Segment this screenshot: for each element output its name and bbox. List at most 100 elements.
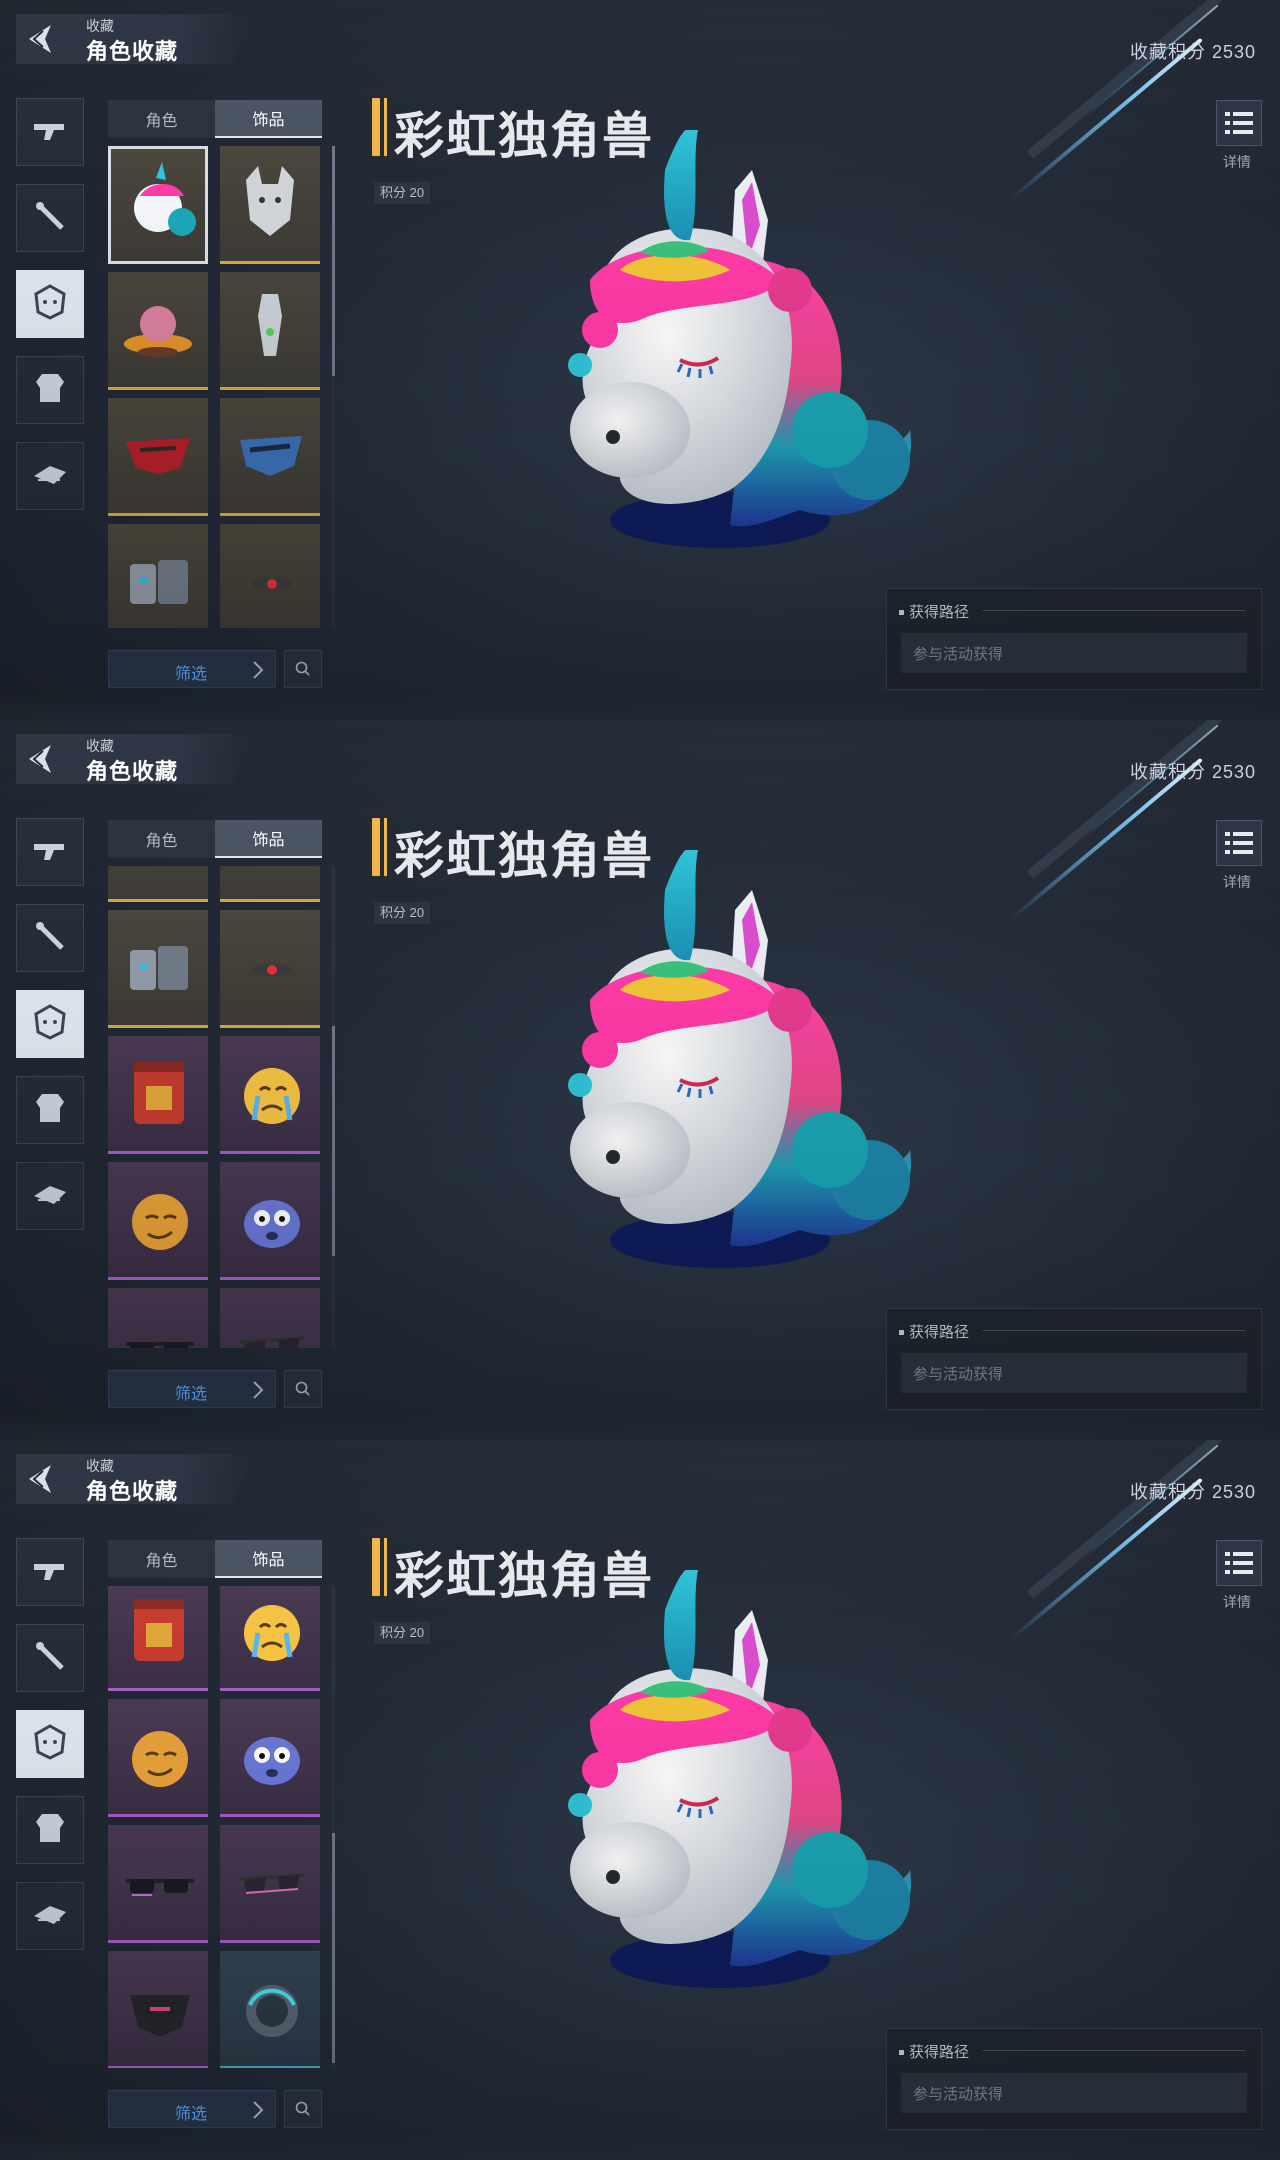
avatar-head-icon [30, 282, 70, 327]
item-cell[interactable] [108, 272, 208, 390]
item-cell[interactable] [220, 1036, 320, 1155]
item-cell[interactable] [220, 910, 320, 1029]
collection-points: 收藏积分 2530 [1129, 42, 1256, 62]
category-weapon-gun[interactable] [16, 818, 84, 886]
item-cell[interactable] [220, 1699, 320, 1818]
item-cell[interactable] [220, 272, 320, 390]
weapon-melee-icon [32, 1638, 68, 1679]
item-cell[interactable] [220, 1288, 320, 1348]
item-points: 积分 20 [374, 902, 431, 924]
item-cell[interactable] [220, 1825, 320, 1944]
red-backpack-icon [134, 1062, 184, 1125]
tab-accessories[interactable]: 饰品 [215, 820, 322, 858]
filter-label: 筛选 [175, 666, 208, 683]
unicorn-head-preview[interactable] [530, 1570, 920, 2000]
pink-glasses-icon [239, 1336, 305, 1348]
filter-button[interactable]: 筛选 [108, 650, 276, 688]
item-cell[interactable] [220, 1586, 320, 1692]
tab-accessories[interactable]: 饰品 [215, 1540, 322, 1578]
title-accent [384, 818, 387, 876]
chevron-right-icon [253, 661, 264, 679]
search-icon [295, 661, 310, 676]
red-visor-icon [126, 438, 190, 474]
item-cell[interactable] [108, 1036, 208, 1155]
item-cell[interactable] [108, 524, 208, 628]
weapon-gun-icon [30, 114, 70, 151]
smirk-emoji-icon [132, 1194, 188, 1251]
item-cell[interactable] [220, 524, 320, 628]
category-avatar-head[interactable] [16, 990, 84, 1058]
collection-screen: 收藏 角色收藏 收藏积分 2530 角色 饰品 筛选 彩虹独角兽 积分 20 详… [0, 1440, 1280, 2160]
category-armor[interactable] [16, 1796, 84, 1864]
back-button[interactable] [16, 734, 66, 784]
category-vehicle[interactable] [16, 1882, 84, 1950]
search-button[interactable] [284, 1370, 322, 1408]
item-cell[interactable] [108, 1699, 208, 1818]
filter-button[interactable]: 筛选 [108, 2090, 276, 2128]
crying-emoji-icon [244, 1605, 300, 1662]
collection-points: 收藏积分 2530 [1129, 762, 1256, 782]
tab-bar: 角色 饰品 [108, 100, 322, 138]
item-grid[interactable] [108, 866, 322, 1348]
item-cell[interactable] [108, 1162, 208, 1281]
details-button[interactable] [1216, 820, 1262, 866]
category-armor[interactable] [16, 1076, 84, 1144]
tab-character[interactable]: 角色 [108, 820, 215, 858]
scared-blob-icon [244, 1737, 300, 1786]
collection-screen: 收藏 角色收藏 收藏积分 2530 角色 饰品 筛选 彩虹独角兽 积分 20 详… [0, 0, 1280, 720]
title-accent [372, 818, 380, 876]
item-cell[interactable] [108, 1586, 208, 1692]
tab-character[interactable]: 角色 [108, 100, 215, 138]
item-cell[interactable] [220, 398, 320, 516]
acquire-title: 获得路径 [909, 2044, 970, 2061]
tab-character[interactable]: 角色 [108, 1540, 215, 1578]
grid-scrollbar[interactable] [332, 1586, 335, 2068]
category-weapon-gun[interactable] [16, 98, 84, 166]
unicorn-head-preview[interactable] [530, 850, 920, 1280]
search-button[interactable] [284, 650, 322, 688]
item-grid[interactable] [108, 146, 322, 628]
grid-scrollbar[interactable] [332, 146, 335, 628]
grid-scrollbar[interactable] [332, 866, 335, 1348]
search-button[interactable] [284, 2090, 322, 2128]
item-cell[interactable] [108, 398, 208, 516]
red-eye-device-icon [252, 578, 292, 590]
item-cell[interactable] [108, 146, 208, 264]
silver-figure-icon [258, 294, 282, 356]
category-weapon-melee[interactable] [16, 184, 84, 252]
item-cell[interactable] [108, 910, 208, 1029]
title-accent [384, 1538, 387, 1596]
item-cell[interactable] [220, 1162, 320, 1281]
details-button[interactable] [1216, 1540, 1262, 1586]
category-armor[interactable] [16, 356, 84, 424]
tab-accessories[interactable]: 饰品 [215, 100, 322, 138]
category-vehicle[interactable] [16, 1162, 84, 1230]
item-cell[interactable] [108, 1951, 208, 2068]
category-weapon-melee[interactable] [16, 904, 84, 972]
category-weapon-melee[interactable] [16, 1624, 84, 1692]
scroll-thumb[interactable] [332, 146, 335, 377]
item-cell[interactable] [108, 866, 208, 903]
details-button[interactable] [1216, 100, 1262, 146]
item-cell[interactable] [108, 1825, 208, 1944]
item-cell[interactable] [220, 1951, 320, 2068]
item-cell[interactable] [220, 866, 320, 903]
item-cell[interactable] [220, 146, 320, 264]
cyan-ring-icon [246, 1985, 298, 2038]
acquire-panel: 获得路径 参与活动获得 [886, 1308, 1262, 1410]
back-button[interactable] [16, 14, 66, 64]
filter-label: 筛选 [175, 2106, 208, 2123]
scroll-thumb[interactable] [332, 1025, 335, 1257]
category-vehicle[interactable] [16, 442, 84, 510]
back-button[interactable] [16, 1454, 66, 1504]
category-avatar-head[interactable] [16, 270, 84, 338]
vehicle-icon [30, 1898, 70, 1935]
category-avatar-head[interactable] [16, 1710, 84, 1778]
item-cell[interactable] [108, 1288, 208, 1348]
blue-visor-icon [232, 866, 308, 884]
item-grid[interactable] [108, 1586, 322, 2068]
filter-button[interactable]: 筛选 [108, 1370, 276, 1408]
scroll-thumb[interactable] [332, 1833, 335, 2064]
category-weapon-gun[interactable] [16, 1538, 84, 1606]
unicorn-head-preview[interactable] [530, 130, 920, 560]
